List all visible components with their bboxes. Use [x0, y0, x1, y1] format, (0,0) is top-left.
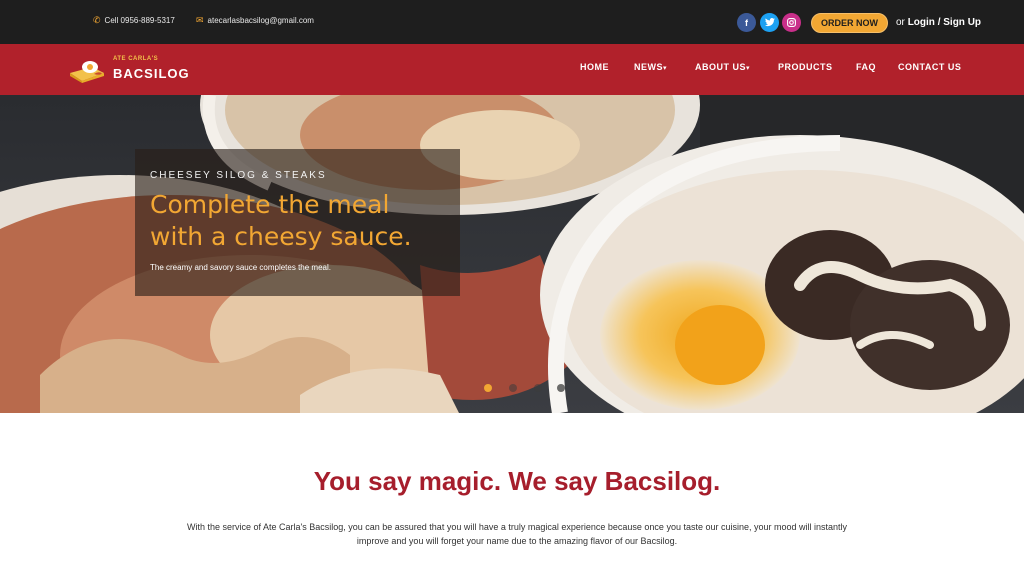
carousel-dot[interactable]	[534, 384, 542, 392]
carousel-dot[interactable]	[484, 384, 492, 392]
carousel-dot[interactable]	[509, 384, 517, 392]
phone-icon: ✆	[93, 15, 101, 25]
hero-title: Complete the meal with a cheesy sauce.	[150, 190, 412, 251]
hero-caption: CHEESEY SILOG & STEAKS Complete the meal…	[135, 149, 460, 296]
section-intro-text: With the service of Ate Carla's Bacsilog…	[186, 522, 848, 546]
bacsilog-logo-icon	[70, 61, 104, 83]
auth-separator: /	[937, 17, 941, 28]
section-headline: You say magic. We say Bacsilog.	[313, 466, 721, 496]
hero-eyebrow: CHEESEY SILOG & STEAKS	[150, 170, 327, 181]
phone-contact[interactable]: ✆ Cell 0956-889-5317	[93, 15, 175, 26]
chevron-down-icon: ▾	[663, 65, 668, 72]
instagram-icon[interactable]	[782, 13, 801, 32]
order-now-button[interactable]: ORDER NOW	[811, 13, 888, 33]
nav-products[interactable]: PRODUCTS	[778, 62, 833, 72]
top-bar: ✆ Cell 0956-889-5317 ✉ atecarlasbacsilog…	[0, 0, 1024, 44]
email-contact[interactable]: ✉ atecarlasbacsilog@gmail.com	[196, 15, 314, 26]
nav-faq[interactable]: FAQ	[856, 62, 876, 72]
chevron-down-icon: ▾	[746, 65, 751, 72]
hero-text: The creamy and savory sauce completes th…	[150, 263, 331, 272]
phone-number: Cell 0956-889-5317	[104, 16, 175, 25]
signup-link[interactable]: Sign Up	[943, 17, 981, 28]
brand-name: BACSILOG	[113, 66, 190, 81]
nav-about[interactable]: ABOUT US▾	[695, 62, 750, 72]
auth-links: or Login / Sign Up	[896, 17, 981, 28]
hero-carousel[interactable]: CHEESEY SILOG & STEAKS Complete the meal…	[0, 95, 1024, 413]
twitter-icon[interactable]	[760, 13, 779, 32]
main-navbar: ATE CARLA'S BACSILOG HOME NEWS▾ ABOUT US…	[0, 44, 1024, 95]
email-address: atecarlasbacsilog@gmail.com	[207, 16, 314, 25]
nav-contact[interactable]: CONTACT US	[898, 62, 961, 72]
brand-logo[interactable]: ATE CARLA'S BACSILOG	[68, 54, 208, 86]
nav-about-label: ABOUT US	[695, 62, 746, 72]
or-text: or	[896, 17, 905, 28]
nav-news[interactable]: NEWS▾	[634, 62, 667, 72]
envelope-icon: ✉	[196, 15, 204, 25]
nav-news-label: NEWS	[634, 62, 663, 72]
login-link[interactable]: Login	[908, 17, 935, 28]
facebook-icon[interactable]: f	[737, 13, 756, 32]
nav-home[interactable]: HOME	[580, 62, 609, 72]
carousel-dot[interactable]	[557, 384, 565, 392]
brand-subtitle: ATE CARLA'S	[113, 56, 159, 62]
